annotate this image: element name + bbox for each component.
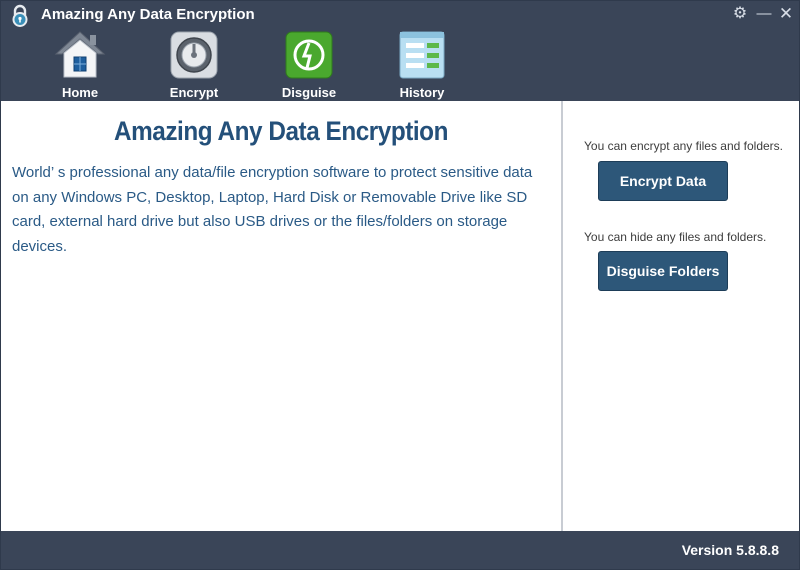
minimize-icon[interactable]: — <box>754 4 774 24</box>
page-title: Amazing Any Data Encryption <box>114 116 448 146</box>
window-title: Amazing Any Data Encryption <box>41 6 255 23</box>
vault-icon <box>170 31 218 79</box>
nav-home-label: Home <box>61 85 99 100</box>
nav-history-button[interactable]: History <box>382 29 462 101</box>
shield-icon <box>285 31 333 79</box>
padlock-logo-icon <box>12 4 28 27</box>
disguise-folders-button[interactable]: Disguise Folders <box>598 251 728 291</box>
nav-history-label: History <box>399 85 445 100</box>
status-footer: Version 5.8.8.8 <box>1 531 799 569</box>
nav-encrypt-button[interactable]: Encrypt <box>154 29 234 101</box>
settings-icon[interactable]: ⚙ <box>730 4 750 24</box>
history-list-icon <box>399 31 445 79</box>
product-description: World’ s professional any data/file encr… <box>12 164 533 255</box>
nav-disguise-label: Disguise <box>281 85 337 100</box>
encrypt-data-button[interactable]: Encrypt Data <box>598 161 728 201</box>
nav-encrypt-label: Encrypt <box>169 85 219 100</box>
version-label: Version 5.8.8.8 <box>681 542 779 558</box>
side-panel: You can encrypt any files and folders. E… <box>563 101 799 531</box>
app-window: Amazing Any Data Encryption ⚙ — ✕ Home E… <box>0 0 800 570</box>
encrypt-hint: You can encrypt any files and folders. <box>584 139 784 153</box>
nav-disguise-button[interactable]: Disguise <box>269 29 349 101</box>
close-icon[interactable]: ✕ <box>776 4 796 24</box>
main-panel: Amazing Any Data Encryption World’ s pro… <box>1 101 561 531</box>
disguise-hint: You can hide any files and folders. <box>584 230 767 244</box>
title-bar: Amazing Any Data Encryption ⚙ — ✕ Home E… <box>1 1 799 101</box>
home-icon <box>54 31 106 78</box>
nav-home-button[interactable]: Home <box>40 29 120 101</box>
